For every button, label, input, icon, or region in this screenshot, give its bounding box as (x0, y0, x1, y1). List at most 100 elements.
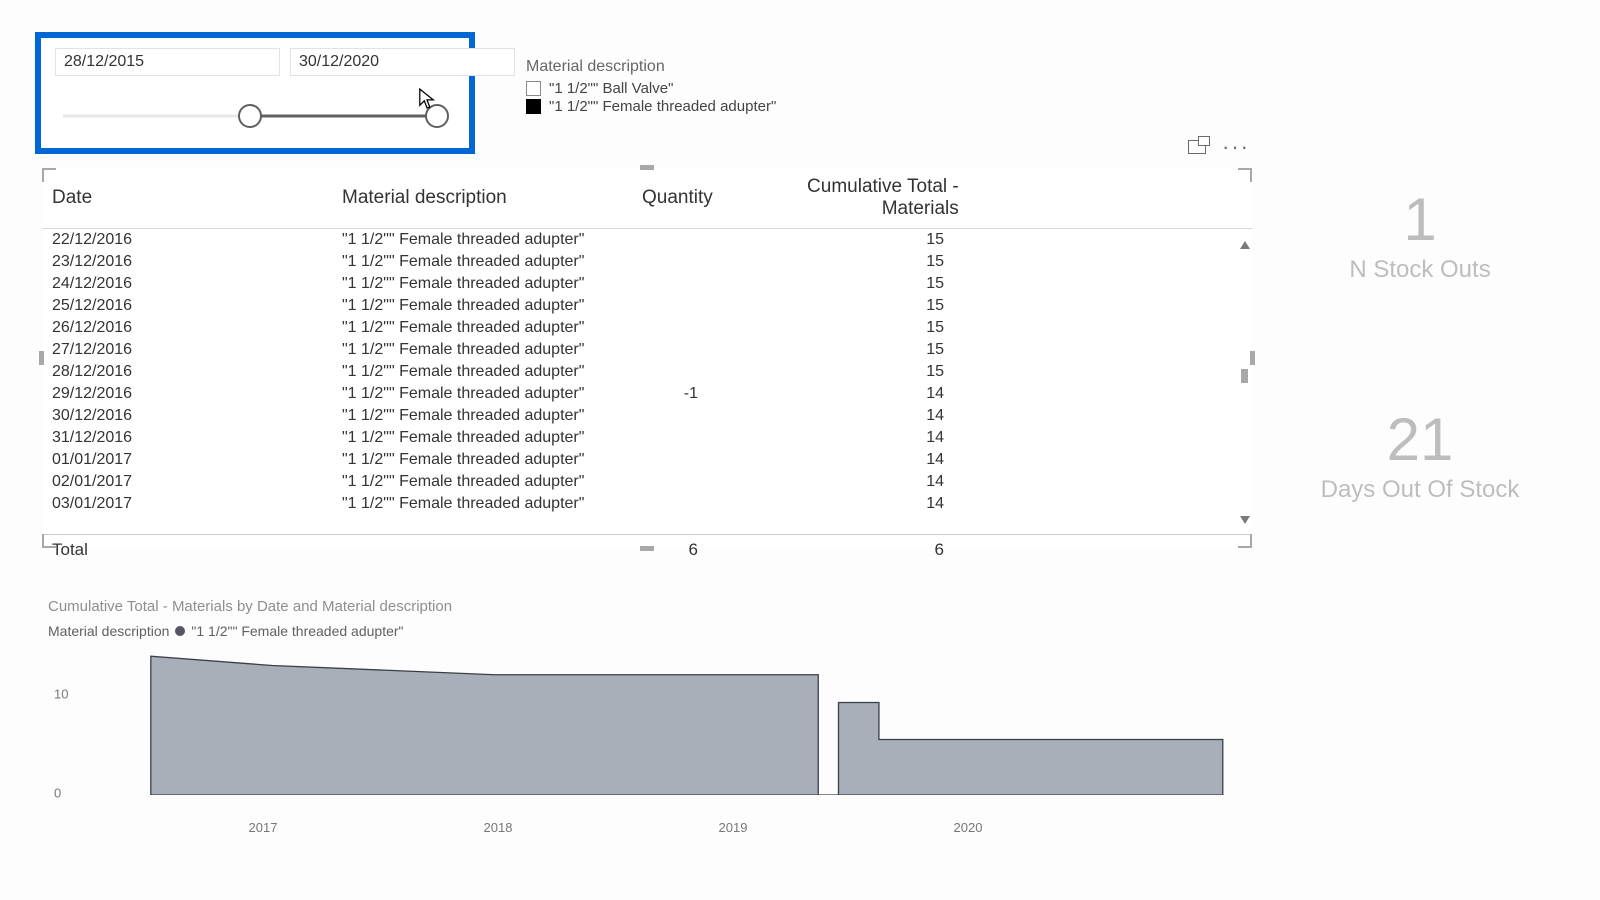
cell-cumulative: 14 (712, 449, 962, 471)
cell-cumulative: 15 (712, 339, 962, 361)
selection-corner-icon (1238, 168, 1252, 182)
cell-quantity (632, 251, 712, 273)
cell-date: 24/12/2016 (42, 273, 332, 295)
checkbox-checked-icon[interactable] (526, 99, 541, 114)
cell-date: 27/12/2016 (42, 339, 332, 361)
col-material[interactable]: Material description (332, 168, 632, 229)
legend-dot-icon (175, 626, 185, 636)
slider-handle-end[interactable] (425, 104, 449, 128)
y-axis-tick: 10 (54, 687, 68, 702)
cell-quantity (632, 229, 712, 251)
scroll-up-icon[interactable] (1240, 239, 1250, 249)
cell-material: "1 1/2"" Female threaded adupter" (332, 427, 632, 449)
cell-date: 22/12/2016 (42, 229, 332, 251)
cell-cumulative: 15 (712, 317, 962, 339)
kpi-days-out[interactable]: 21 Days Out Of Stock (1285, 410, 1555, 504)
table-row[interactable]: 28/12/2016"1 1/2"" Female threaded adupt… (42, 361, 1252, 383)
selection-corner-icon (1238, 534, 1252, 548)
table-row[interactable]: 29/12/2016"1 1/2"" Female threaded adupt… (42, 383, 1252, 405)
table-row[interactable]: 02/01/2017"1 1/2"" Female threaded adupt… (42, 471, 1252, 493)
col-quantity[interactable]: Quantity (632, 168, 727, 229)
cell-date: 30/12/2016 (42, 405, 332, 427)
end-date-input[interactable] (290, 48, 515, 76)
table-row[interactable]: 31/12/2016"1 1/2"" Female threaded adupt… (42, 427, 1252, 449)
start-date-input[interactable] (55, 48, 280, 76)
chart-title: Cumulative Total - Materials by Date and… (48, 598, 1243, 615)
cell-date: 28/12/2016 (42, 361, 332, 383)
cell-quantity (632, 493, 712, 515)
date-slider[interactable] (55, 104, 455, 128)
resize-handle-icon[interactable] (640, 165, 654, 170)
table-row[interactable]: 01/01/2017"1 1/2"" Female threaded adupt… (42, 449, 1252, 471)
material-filter-label: "1 1/2"" Female threaded adupter" (549, 98, 776, 115)
cell-material: "1 1/2"" Female threaded adupter" (332, 449, 632, 471)
material-filter: Material description "1 1/2"" Ball Valve… (526, 58, 776, 115)
cell-material: "1 1/2"" Female threaded adupter" (332, 317, 632, 339)
cell-material: "1 1/2"" Female threaded adupter" (332, 471, 632, 493)
total-label: Total (42, 535, 332, 566)
table-row[interactable]: 24/12/2016"1 1/2"" Female threaded adupt… (42, 273, 1252, 295)
scroll-thumb[interactable] (1241, 369, 1248, 383)
kpi-stock-outs[interactable]: 1 N Stock Outs (1285, 190, 1555, 284)
scroll-down-icon[interactable] (1240, 516, 1250, 526)
material-filter-option[interactable]: "1 1/2"" Ball Valve" (526, 80, 776, 97)
col-cumulative[interactable]: Cumulative Total - Materials (727, 168, 977, 229)
legend-label: Material description (48, 623, 169, 639)
materials-table-visual[interactable]: ··· Date Material description Quantity C… (42, 168, 1252, 548)
chart-legend: Material description "1 1/2"" Female thr… (48, 623, 1243, 639)
x-axis-tick: 2017 (249, 820, 278, 835)
table-row[interactable]: 23/12/2016"1 1/2"" Female threaded adupt… (42, 251, 1252, 273)
table-row[interactable]: 30/12/2016"1 1/2"" Female threaded adupt… (42, 405, 1252, 427)
cell-material: "1 1/2"" Female threaded adupter" (332, 295, 632, 317)
cell-cumulative: 15 (712, 295, 962, 317)
cell-material: "1 1/2"" Female threaded adupter" (332, 229, 632, 251)
cumulative-chart[interactable]: Cumulative Total - Materials by Date and… (48, 598, 1243, 817)
checkbox-icon[interactable] (526, 81, 541, 96)
table-row[interactable]: 27/12/2016"1 1/2"" Female threaded adupt… (42, 339, 1252, 361)
resize-handle-icon[interactable] (640, 546, 654, 551)
cell-material: "1 1/2"" Female threaded adupter" (332, 493, 632, 515)
slider-range-line (250, 115, 437, 118)
cell-material: "1 1/2"" Female threaded adupter" (332, 383, 632, 405)
cell-quantity (632, 273, 712, 295)
total-cumulative: 6 (712, 535, 962, 566)
cell-cumulative: 14 (712, 383, 962, 405)
kpi-label: Days Out Of Stock (1285, 476, 1555, 504)
cell-cumulative: 15 (712, 361, 962, 383)
cell-quantity (632, 427, 712, 449)
chart-svg (78, 647, 1243, 795)
cell-quantity (632, 471, 712, 493)
cell-date: 25/12/2016 (42, 295, 332, 317)
cell-cumulative: 15 (712, 251, 962, 273)
date-range-slicer[interactable] (35, 32, 475, 154)
x-axis-tick: 2020 (954, 820, 983, 835)
cell-date: 29/12/2016 (42, 383, 332, 405)
cell-date: 01/01/2017 (42, 449, 332, 471)
cell-date: 26/12/2016 (42, 317, 332, 339)
table-row[interactable]: 25/12/2016"1 1/2"" Female threaded adupt… (42, 295, 1252, 317)
table-row[interactable]: 26/12/2016"1 1/2"" Female threaded adupt… (42, 317, 1252, 339)
slider-handle-start[interactable] (238, 104, 262, 128)
cell-cumulative: 14 (712, 405, 962, 427)
material-filter-title: Material description (526, 58, 776, 76)
kpi-label: N Stock Outs (1285, 256, 1555, 284)
legend-series: "1 1/2"" Female threaded adupter" (191, 623, 403, 639)
cell-cumulative: 14 (712, 427, 962, 449)
cell-quantity (632, 449, 712, 471)
cell-cumulative: 15 (712, 229, 962, 251)
focus-mode-icon[interactable] (1188, 140, 1206, 154)
table-scrollbar[interactable] (1240, 239, 1250, 526)
cell-date: 03/01/2017 (42, 493, 332, 515)
cell-cumulative: 14 (712, 493, 962, 515)
cell-quantity (632, 339, 712, 361)
more-options-icon[interactable]: ··· (1222, 142, 1250, 152)
cell-material: "1 1/2"" Female threaded adupter" (332, 339, 632, 361)
cell-quantity (632, 405, 712, 427)
cell-material: "1 1/2"" Female threaded adupter" (332, 273, 632, 295)
material-filter-option[interactable]: "1 1/2"" Female threaded adupter" (526, 98, 776, 115)
selection-corner-icon (42, 534, 56, 548)
material-filter-label: "1 1/2"" Ball Valve" (549, 80, 673, 97)
col-date[interactable]: Date (42, 168, 332, 229)
table-row[interactable]: 03/01/2017"1 1/2"" Female threaded adupt… (42, 493, 1252, 515)
table-row[interactable]: 22/12/2016"1 1/2"" Female threaded adupt… (42, 229, 1252, 251)
